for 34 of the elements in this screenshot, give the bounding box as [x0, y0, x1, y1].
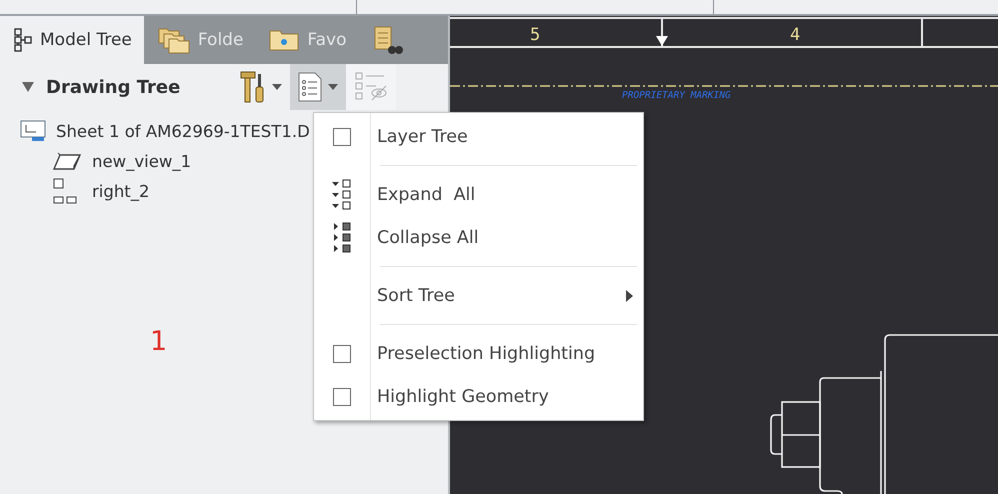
callout-number: 1 — [150, 326, 168, 357]
submenu-arrow-icon — [626, 290, 633, 302]
panel-tab[interactable]: Model Tree — [0, 16, 144, 64]
toolbar-button[interactable] — [290, 64, 346, 110]
menu-item[interactable]: Preselection Highlighting — [314, 332, 643, 375]
menu-item[interactable]: Collapse All — [314, 216, 643, 259]
tree-icon — [14, 28, 32, 52]
expand-all-icon — [331, 178, 353, 210]
tree-hide-icon — [354, 71, 388, 103]
tree-item[interactable]: new_view_1 — [92, 152, 192, 170]
zone-number: 4 — [790, 25, 800, 45]
binoculars-cabinet-icon — [372, 25, 403, 55]
expand-arrow[interactable] — [22, 82, 34, 92]
sheet-icon — [20, 120, 46, 142]
collapse-all-icon — [331, 222, 353, 254]
caret-icon — [272, 84, 282, 90]
arrow-icon — [656, 36, 668, 46]
panel-title: Drawing Tree — [46, 76, 182, 98]
checkbox[interactable] — [333, 344, 351, 362]
favorites-folder-icon — [269, 29, 300, 51]
caret-icon — [328, 84, 338, 90]
checkbox[interactable] — [333, 128, 351, 146]
marking-text: PROPRIETARY MARKING — [622, 90, 731, 101]
checkbox[interactable] — [333, 388, 351, 406]
menu-item[interactable]: Highlight Geometry — [314, 375, 643, 418]
hammer-screwdriver-icon — [240, 71, 266, 103]
menu-item[interactable]: Layer Tree — [314, 115, 643, 158]
folders-icon — [158, 26, 190, 54]
zone-number: 5 — [530, 25, 540, 45]
menu-item[interactable]: Sort Tree — [314, 274, 643, 317]
tree-item[interactable]: right_2 — [92, 182, 150, 200]
list-icon — [298, 72, 322, 102]
menu-item[interactable]: Expand All — [314, 173, 643, 216]
tree-item[interactable]: Sheet 1 of AM62969-1TEST1.D — [56, 122, 310, 140]
